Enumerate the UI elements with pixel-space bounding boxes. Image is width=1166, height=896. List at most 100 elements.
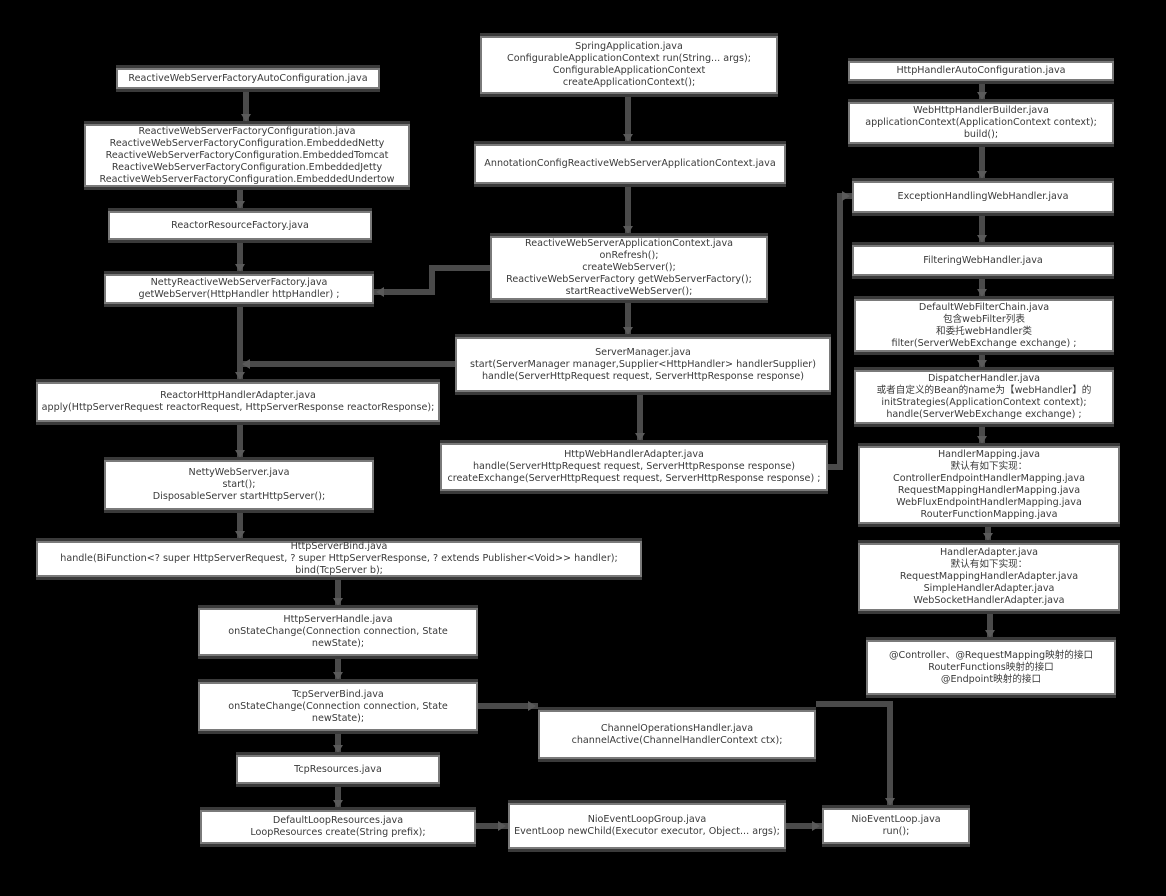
node-text-line: WebFluxEndpointHandlerMapping.java xyxy=(896,497,1082,508)
node-text-line: createExchange(ServerHttpRequest request… xyxy=(447,473,821,484)
node-text-line: @Endpoint映射的接口 xyxy=(940,673,1042,685)
node-text-line: HttpWebHandlerAdapter.java xyxy=(564,449,704,460)
node-handler-adapter[interactable]: HandlerAdapter.java 默认有如下实现： RequestMappin… xyxy=(858,543,1120,611)
arrowhead-icon xyxy=(983,533,993,541)
arrowhead-icon xyxy=(333,598,343,606)
node-text-line: ControllerEndpointHandlerMapping.java xyxy=(893,473,1085,484)
node-text-line: 或者自定义的Bean的name为【webHandler】的 xyxy=(876,385,1092,396)
arrowhead-icon xyxy=(333,800,343,808)
node-reactor-http-handler-adapter[interactable]: ReactorHttpHandlerAdapter.java apply(Http… xyxy=(36,382,440,422)
node-text-line: 包含webFilter列表 xyxy=(943,313,1025,325)
arrowhead-icon xyxy=(333,745,343,753)
node-reactor-resource-factory[interactable]: ReactorResourceFactory.java xyxy=(108,211,372,240)
node-text-line: createWebServer(); xyxy=(582,262,676,273)
arrowhead-icon xyxy=(528,701,536,711)
node-annotation-config-reactive-web-server-application-context[interactable]: AnnotationConfigReactiveWebServerApplica… xyxy=(474,144,786,184)
node-text-line: handle(ServerHttpRequest request, Server… xyxy=(481,370,805,382)
node-text-line: ReactiveWebServerApplicationContext.java xyxy=(524,238,733,249)
node-text-line: RouterFunctionMapping.java xyxy=(920,509,1058,520)
arrowhead-icon xyxy=(498,821,506,831)
node-text-line: ReactiveWebServerFactoryAutoConfiguratio… xyxy=(128,72,368,84)
node-text-line: RequestMappingHandlerAdapter.java xyxy=(899,571,1079,582)
arrowhead-icon xyxy=(977,235,987,243)
node-controller-endpoints[interactable]: @Controller、@RequestMapping映射的接口 RouterFu… xyxy=(866,640,1116,695)
node-text-line: DispatcherHandler.java xyxy=(927,373,1041,384)
node-text-line: channelActive(ChannelHandlerContext ctx)… xyxy=(571,734,783,746)
node-dispatcher-handler[interactable]: DispatcherHandler.java 或者自定义的Bean的name为【w… xyxy=(854,370,1114,424)
connector-coh-to-nel xyxy=(816,701,893,808)
node-text-line: NioEventLoopGroup.java xyxy=(587,814,707,825)
node-text-line: SimpleHandlerAdapter.java xyxy=(923,583,1055,594)
node-text-line: HttpServerBind.java xyxy=(290,541,388,552)
node-text-line: 和委托webHandler类 xyxy=(936,325,1032,337)
arrowhead-icon xyxy=(623,327,633,335)
node-text-line: HandlerAdapter.java xyxy=(939,547,1039,558)
node-text-line: handle(ServerHttpRequest request, Server… xyxy=(472,461,796,472)
node-text-line: getWebServer(HttpHandler httpHandler) ; xyxy=(138,289,340,300)
node-reactive-web-server-application-context[interactable]: ReactiveWebServerApplicationContext.java… xyxy=(490,236,768,300)
arrowhead-icon xyxy=(623,226,633,234)
node-text-line: applicationContext(ApplicationContext co… xyxy=(865,117,1097,128)
node-text-line: handle(ServerWebExchange exchange) ; xyxy=(886,409,1082,420)
node-text-line: HandlerMapping.java xyxy=(937,449,1041,460)
node-text-line: SpringApplication.java xyxy=(575,41,683,52)
node-channel-operations-handler[interactable]: ChannelOperationsHandler.java channelActi… xyxy=(538,710,816,759)
arrowhead-icon xyxy=(235,531,245,539)
node-filtering-web-handler[interactable]: FilteringWebHandler.java xyxy=(852,245,1114,276)
arrowhead-icon xyxy=(977,289,987,297)
node-default-loop-resources[interactable]: DefaultLoopResources.java LoopResources c… xyxy=(200,810,476,844)
node-spring-application[interactable]: SpringApplication.java ConfigurableApplic… xyxy=(480,36,778,94)
node-text-line: ChannelOperationsHandler.java xyxy=(600,722,754,734)
node-text-line: WebSocketHandlerAdapter.java xyxy=(913,595,1065,606)
node-text-line: TcpResources.java xyxy=(294,763,382,775)
node-text-line: AnnotationConfigReactiveWebServerApplica… xyxy=(484,158,776,169)
node-text-line: EventLoop newChild(Executor executor, Ob… xyxy=(514,826,780,837)
node-text-line: ReactiveWebServerFactory getWebServerFac… xyxy=(506,274,752,285)
node-text-line: apply(HttpServerRequest reactorRequest, … xyxy=(41,402,435,413)
arrowhead-icon xyxy=(977,92,987,100)
node-default-web-filter-chain[interactable]: DefaultWebFilterChain.java 包含webFilter列表和… xyxy=(854,299,1114,352)
node-text-line: ServerManager.java xyxy=(595,346,691,358)
node-text-line: ReactiveWebServerFactoryConfiguration.Em… xyxy=(105,149,389,161)
node-tcp-resources[interactable]: TcpResources.java xyxy=(236,755,440,784)
node-reactive-web-server-factory-configuration[interactable]: ReactiveWebServerFactoryConfiguration.ja… xyxy=(84,124,410,187)
node-text-line: start(ServerManager manager,Supplier<Htt… xyxy=(470,358,816,370)
connector-hwha-to-ehwh xyxy=(828,193,852,470)
arrowhead-icon xyxy=(242,359,250,369)
node-exception-handling-web-handler[interactable]: ExceptionHandlingWebHandler.java xyxy=(852,181,1114,213)
node-nio-event-loop-group[interactable]: NioEventLoopGroup.java EventLoop newChild… xyxy=(508,803,786,849)
node-text-line: DefaultWebFilterChain.java xyxy=(918,301,1050,313)
node-handler-mapping[interactable]: HandlerMapping.java 默认有如下实现： ControllerEnd… xyxy=(858,446,1120,524)
node-netty-web-server[interactable]: NettyWebServer.java start(); DisposableSer… xyxy=(104,460,374,510)
arrowhead-icon xyxy=(333,672,343,680)
node-text-line: startReactiveWebServer(); xyxy=(565,286,693,297)
arrowhead-icon xyxy=(812,821,820,831)
arrowhead-icon xyxy=(376,287,384,297)
node-text-line: HttpHandlerAutoConfiguration.java xyxy=(896,65,1066,76)
node-http-server-bind[interactable]: HttpServerBind.java handle(BiFunction<? s… xyxy=(36,541,642,577)
node-text-line: NettyWebServer.java xyxy=(188,467,290,478)
node-text-line: ReactiveWebServerFactoryConfiguration.Em… xyxy=(109,137,385,149)
arrowhead-icon xyxy=(842,191,850,201)
node-text-line: RequestMappingHandlerMapping.java xyxy=(897,485,1081,496)
node-http-server-handle[interactable]: HttpServerHandle.java onStateChange(Conne… xyxy=(198,608,478,656)
node-text-line: WebHttpHandlerBuilder.java xyxy=(913,105,1049,116)
node-http-web-handler-adapter[interactable]: HttpWebHandlerAdapter.java handle(ServerH… xyxy=(440,443,828,491)
node-text-line: build(); xyxy=(963,129,999,140)
node-text-line: ReactiveWebServerFactoryConfiguration.Em… xyxy=(99,173,395,185)
node-nio-event-loop[interactable]: NioEventLoop.java run(); xyxy=(822,808,970,844)
node-tcp-server-bind[interactable]: TcpServerBind.java onStateChange(Connecti… xyxy=(198,682,478,731)
node-reactive-web-server-factory-auto-configuration[interactable]: ReactiveWebServerFactoryAutoConfiguratio… xyxy=(116,68,380,89)
node-text-line: DisposableServer startHttpServer(); xyxy=(152,491,326,502)
arrowhead-icon xyxy=(977,171,987,179)
arrowhead-icon xyxy=(235,264,245,272)
node-text-line: ReactorResourceFactory.java xyxy=(171,219,309,231)
node-server-manager[interactable]: ServerManager.java start(ServerManager ma… xyxy=(455,337,831,392)
node-text-line: ExceptionHandlingWebHandler.java xyxy=(897,191,1069,202)
node-text-line: newState); xyxy=(311,712,365,724)
node-netty-reactive-web-server-factory[interactable]: NettyReactiveWebServerFactory.java getWeb… xyxy=(104,274,374,304)
arrowhead-icon xyxy=(977,436,987,444)
node-web-http-handler-builder[interactable]: WebHttpHandlerBuilder.java applicationCon… xyxy=(848,102,1114,144)
diagram-canvas: ReactiveWebServerFactoryAutoConfiguratio… xyxy=(0,0,1166,896)
node-http-handler-auto-configuration[interactable]: HttpHandlerAutoConfiguration.java xyxy=(848,61,1114,81)
